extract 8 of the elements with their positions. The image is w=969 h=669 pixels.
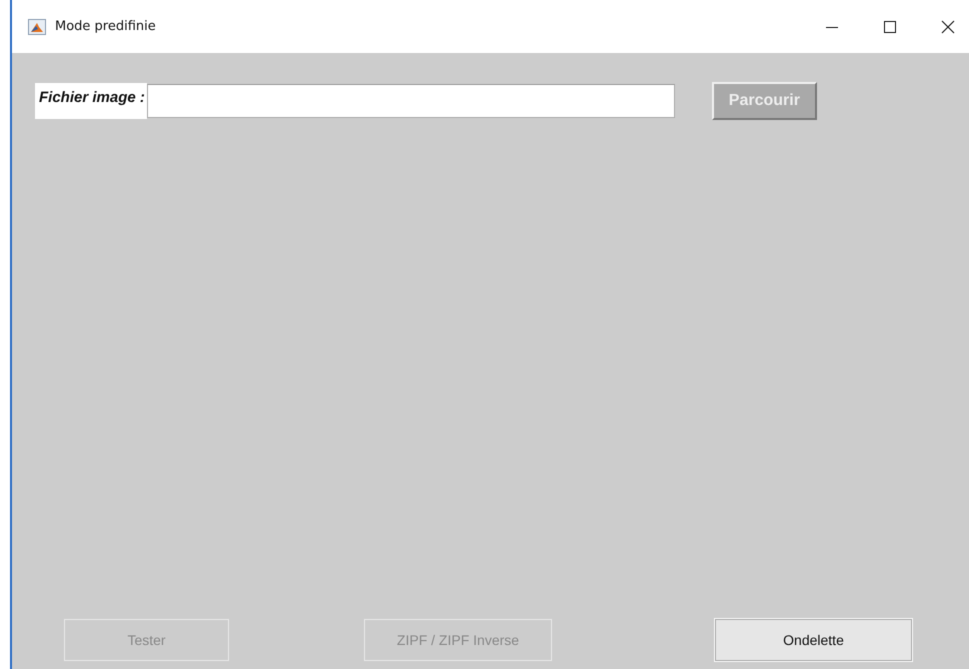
app-icon [28,18,46,34]
window-title: Mode predifinie [55,19,156,34]
browse-button[interactable]: Parcourir [712,82,817,120]
action-button[interactable]: Ondelette [715,619,912,661]
maximize-icon[interactable] [883,20,897,34]
field-label: Fichier image : [35,83,147,119]
input-field[interactable] [146,84,675,118]
close-icon[interactable] [941,20,955,34]
